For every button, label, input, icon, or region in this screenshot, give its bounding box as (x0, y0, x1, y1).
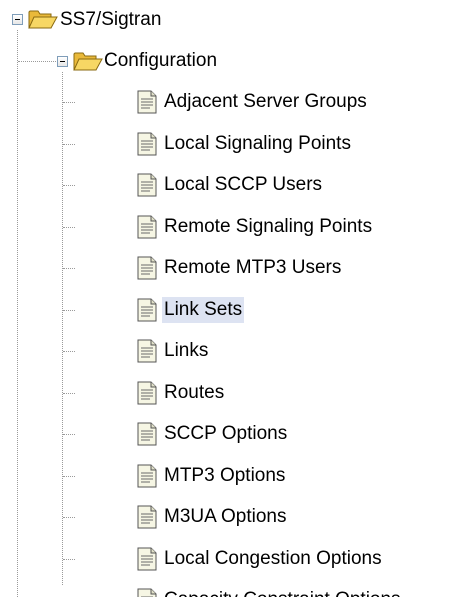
tree-item-mtp3-options[interactable]: MTP3 Options (162, 463, 287, 489)
tree-item-local-sccp-users[interactable]: Local SCCP Users (162, 172, 324, 198)
tree-node-configuration[interactable]: Configuration (102, 48, 219, 74)
document-icon (137, 339, 157, 363)
tree-item-remote-mtp3-users[interactable]: Remote MTP3 Users (162, 255, 343, 281)
tree-connector (63, 185, 75, 186)
root-guide-line (17, 30, 18, 597)
tree-item-local-congestion-options[interactable]: Local Congestion Options (162, 546, 384, 572)
tree-item-routes[interactable]: Routes (162, 380, 226, 406)
tree-item-local-signaling-points[interactable]: Local Signaling Points (162, 131, 353, 157)
document-icon (137, 215, 157, 239)
document-icon (137, 90, 157, 114)
config-guide-line (62, 72, 63, 585)
tree-connector (63, 102, 75, 103)
tree-connector (63, 227, 75, 228)
tree-item-m3ua-options[interactable]: M3UA Options (162, 504, 289, 530)
document-icon (137, 132, 157, 156)
document-icon (137, 547, 157, 571)
tree-item-link-sets[interactable]: Link Sets (162, 297, 245, 323)
configuration-collapse-toggle[interactable] (57, 56, 68, 67)
tree-connector (63, 310, 75, 311)
tree-connector (63, 434, 75, 435)
tree-connector (63, 476, 75, 477)
document-icon (137, 256, 157, 280)
tree-item-capacity-constraint-options[interactable]: Capacity Constraint Options (162, 587, 403, 597)
tree-view: SS7/Sigtran Configuration Adjacent Serve… (0, 0, 472, 597)
tree-connector (63, 351, 75, 352)
document-icon (137, 588, 157, 597)
root-collapse-toggle[interactable] (12, 14, 23, 25)
tree-connector (63, 393, 75, 394)
tree-connector (63, 144, 75, 145)
tree-connector (63, 559, 75, 560)
document-icon (137, 464, 157, 488)
folder-open-icon (73, 52, 103, 71)
tree-connector (63, 517, 75, 518)
document-icon (137, 381, 157, 405)
tree-item-remote-signaling-points[interactable]: Remote Signaling Points (162, 214, 374, 240)
document-icon (137, 298, 157, 322)
tree-item-links[interactable]: Links (162, 338, 210, 364)
tree-item-adjacent-server-groups[interactable]: Adjacent Server Groups (162, 89, 369, 115)
config-connector (18, 61, 56, 62)
document-icon (137, 173, 157, 197)
tree-item-sccp-options[interactable]: SCCP Options (162, 421, 289, 447)
document-icon (137, 505, 157, 529)
folder-open-icon (28, 10, 58, 29)
tree-connector (63, 268, 75, 269)
document-icon (137, 422, 157, 446)
tree-node-ss7-sigtran[interactable]: SS7/Sigtran (58, 7, 163, 33)
